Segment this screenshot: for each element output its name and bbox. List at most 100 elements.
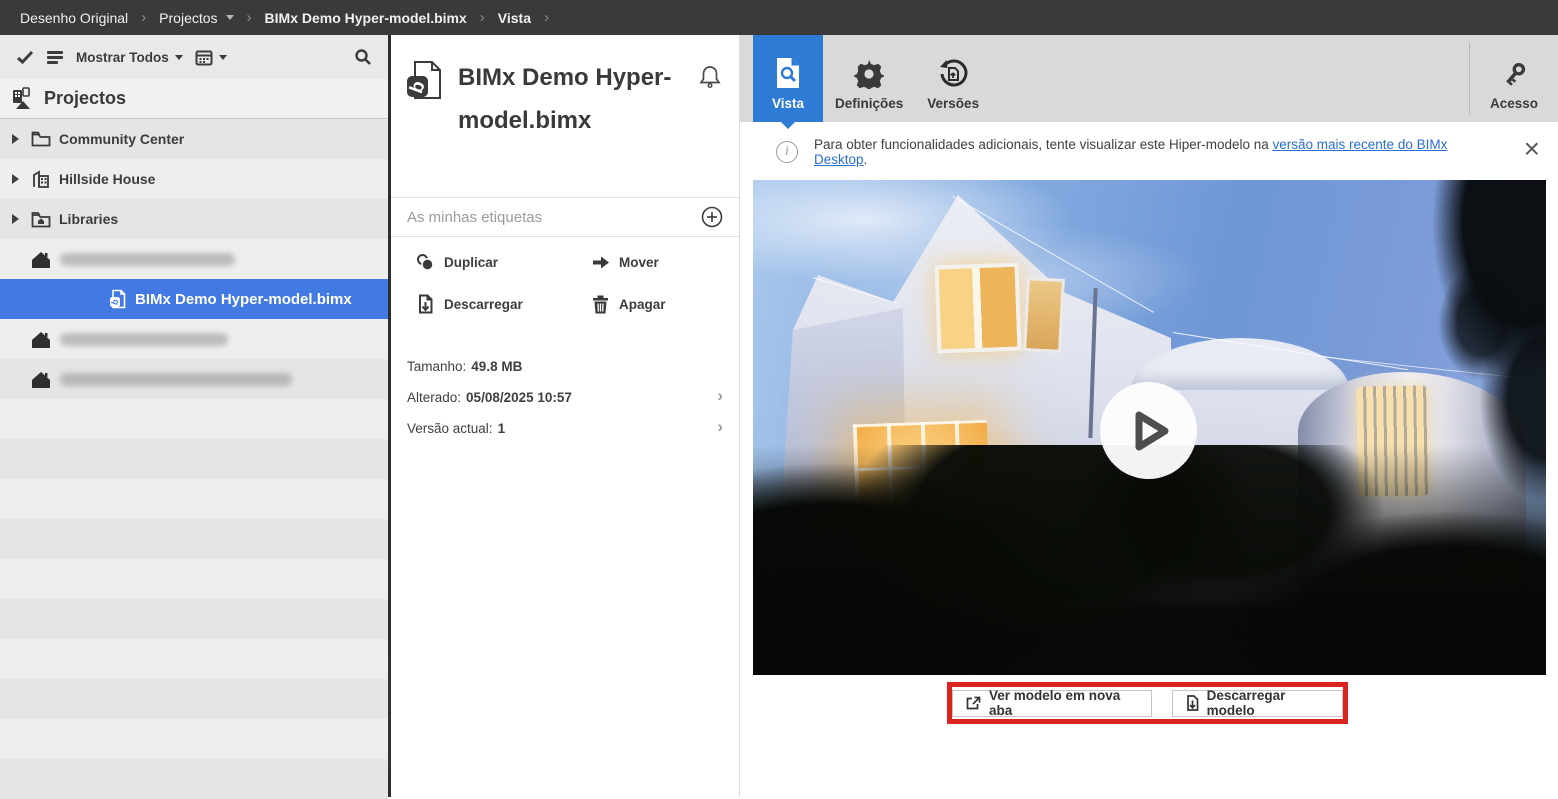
- access-button[interactable]: Acesso: [1470, 35, 1558, 122]
- breadcrumb-separator: ›: [247, 9, 252, 26]
- info-circle-icon: i: [776, 141, 798, 163]
- tree-item-hillside-house[interactable]: Hillside House: [0, 159, 388, 199]
- tab-definicoes[interactable]: Definições: [823, 35, 915, 122]
- delete-button[interactable]: Apagar: [590, 294, 723, 314]
- main-content: Vista Definições Versões Acesso: [740, 35, 1558, 797]
- size-label: Tamanho:: [407, 359, 466, 374]
- download-model-button[interactable]: Descarregar modelo: [1172, 690, 1343, 717]
- tree-item-redacted[interactable]: [0, 239, 388, 279]
- chevron-right-icon[interactable]: ›: [717, 386, 723, 406]
- breadcrumb-separator: ›: [480, 9, 485, 26]
- empty-row: [0, 479, 388, 519]
- modified-row[interactable]: Alterado: 05/08/2025 10:57 ›: [407, 382, 725, 413]
- house-icon: [30, 250, 52, 269]
- size-value: 49.8 MB: [471, 359, 522, 374]
- tab-vista[interactable]: Vista: [753, 35, 823, 122]
- tree-item-bimx-file-selected[interactable]: b BIMx Demo Hyper-model.bimx: [0, 279, 388, 319]
- folder-icon: [30, 131, 52, 147]
- tree-item-redacted[interactable]: [0, 359, 388, 399]
- tree-item-redacted[interactable]: [0, 319, 388, 359]
- trash-icon: [590, 295, 610, 314]
- tree-item-community-center[interactable]: Community Center: [0, 119, 388, 159]
- version-history-icon: [938, 59, 968, 89]
- calendar-icon: [195, 49, 213, 66]
- tab-versoes[interactable]: Versões: [915, 35, 991, 122]
- empty-row: [0, 519, 388, 559]
- modified-label: Alterado:: [407, 390, 461, 405]
- file-title: BIMx Demo Hyper-model.bimx: [458, 56, 710, 142]
- breadcrumb-item-root[interactable]: Desenho Original: [20, 10, 128, 26]
- file-actions: Duplicar Mover Descarregar Apagar: [415, 253, 723, 314]
- modified-value: 05/08/2025 10:57: [466, 390, 572, 405]
- move-arrow-icon: [590, 254, 610, 271]
- breadcrumb-item-projects[interactable]: Projectos: [159, 10, 233, 26]
- plus-circle-icon[interactable]: [701, 206, 723, 228]
- search-icon[interactable]: [354, 48, 372, 66]
- empty-row: [0, 559, 388, 599]
- version-row[interactable]: Versão actual: 1 ›: [407, 413, 725, 444]
- banner-text: Para obter funcionalidades adicionais, t…: [814, 137, 1502, 167]
- empty-row: [0, 399, 388, 439]
- breadcrumb-separator: ›: [141, 9, 146, 26]
- project-tree-sidebar: Mostrar Todos Projectos Community Center: [0, 35, 388, 797]
- empty-row: [0, 639, 388, 679]
- expand-arrow-icon[interactable]: [8, 174, 22, 184]
- redacted-label: [60, 373, 292, 386]
- red-annotation-box: Ver modelo em nova aba Descarregar model…: [947, 682, 1348, 724]
- play-button[interactable]: [1100, 382, 1197, 479]
- duplicate-button[interactable]: Duplicar: [415, 253, 590, 272]
- bimx-file-icon: b: [106, 289, 128, 309]
- show-all-filter[interactable]: Mostrar Todos: [76, 50, 183, 65]
- expand-arrow-icon[interactable]: [8, 134, 22, 144]
- redacted-label: [60, 333, 228, 346]
- breadcrumb: Desenho Original › Projectos › BIMx Demo…: [0, 0, 1558, 35]
- tags-input[interactable]: As minhas etiquetas: [407, 209, 701, 226]
- empty-row: [0, 439, 388, 479]
- empty-row: [0, 599, 388, 639]
- tree-item-libraries[interactable]: Libraries: [0, 199, 388, 239]
- building-icon: [30, 170, 52, 188]
- open-model-new-tab-button[interactable]: Ver modelo em nova aba: [952, 690, 1152, 717]
- chevron-right-icon[interactable]: ›: [717, 417, 723, 437]
- play-icon: [1123, 405, 1175, 457]
- duplicate-icon: [415, 253, 435, 272]
- house-icon: [30, 330, 52, 349]
- move-button[interactable]: Mover: [590, 253, 723, 272]
- bell-icon[interactable]: [699, 65, 721, 89]
- download-button[interactable]: Descarregar: [415, 294, 590, 314]
- document-preview-icon: [775, 57, 801, 89]
- list-icon[interactable]: [46, 50, 64, 65]
- breadcrumb-item-view[interactable]: Vista: [498, 10, 531, 26]
- bimx-file-icon: b: [405, 59, 445, 101]
- breadcrumb-item-file[interactable]: BIMx Demo Hyper-model.bimx: [265, 10, 467, 26]
- expand-arrow-icon[interactable]: [8, 214, 22, 224]
- download-file-icon: [415, 294, 435, 314]
- empty-row: [0, 719, 388, 759]
- projects-buildings-icon: [10, 87, 36, 111]
- gear-icon: [854, 59, 884, 89]
- house-icon: [30, 370, 52, 389]
- version-label: Versão actual:: [407, 421, 493, 436]
- size-row: Tamanho: 49.8 MB: [407, 351, 725, 382]
- projects-section-header: Projectos: [0, 79, 388, 119]
- version-value: 1: [498, 421, 506, 436]
- chevron-down-icon: [175, 55, 183, 60]
- breadcrumb-separator: ›: [544, 9, 549, 26]
- empty-row: [0, 679, 388, 719]
- tab-bar: Vista Definições Versões Acesso: [740, 35, 1558, 122]
- chevron-down-icon: [226, 15, 234, 20]
- file-detail-panel: b BIMx Demo Hyper-model.bimx As minhas e…: [391, 35, 740, 797]
- download-icon: [1186, 695, 1199, 711]
- chevron-down-icon: [219, 55, 227, 60]
- date-filter[interactable]: [195, 49, 227, 66]
- project-tree: Community Center Hillside House Librarie…: [0, 119, 388, 799]
- model-preview-image: [753, 180, 1546, 675]
- close-icon[interactable]: ×: [1524, 135, 1540, 163]
- library-folder-icon: [30, 211, 52, 228]
- sidebar-toolbar: Mostrar Todos: [0, 35, 388, 79]
- info-banner: i Para obter funcionalidades adicionais,…: [776, 132, 1502, 172]
- key-icon: [1499, 60, 1529, 90]
- open-new-tab-icon: [966, 696, 981, 711]
- check-icon[interactable]: [16, 49, 34, 65]
- section-title: Projectos: [44, 88, 126, 109]
